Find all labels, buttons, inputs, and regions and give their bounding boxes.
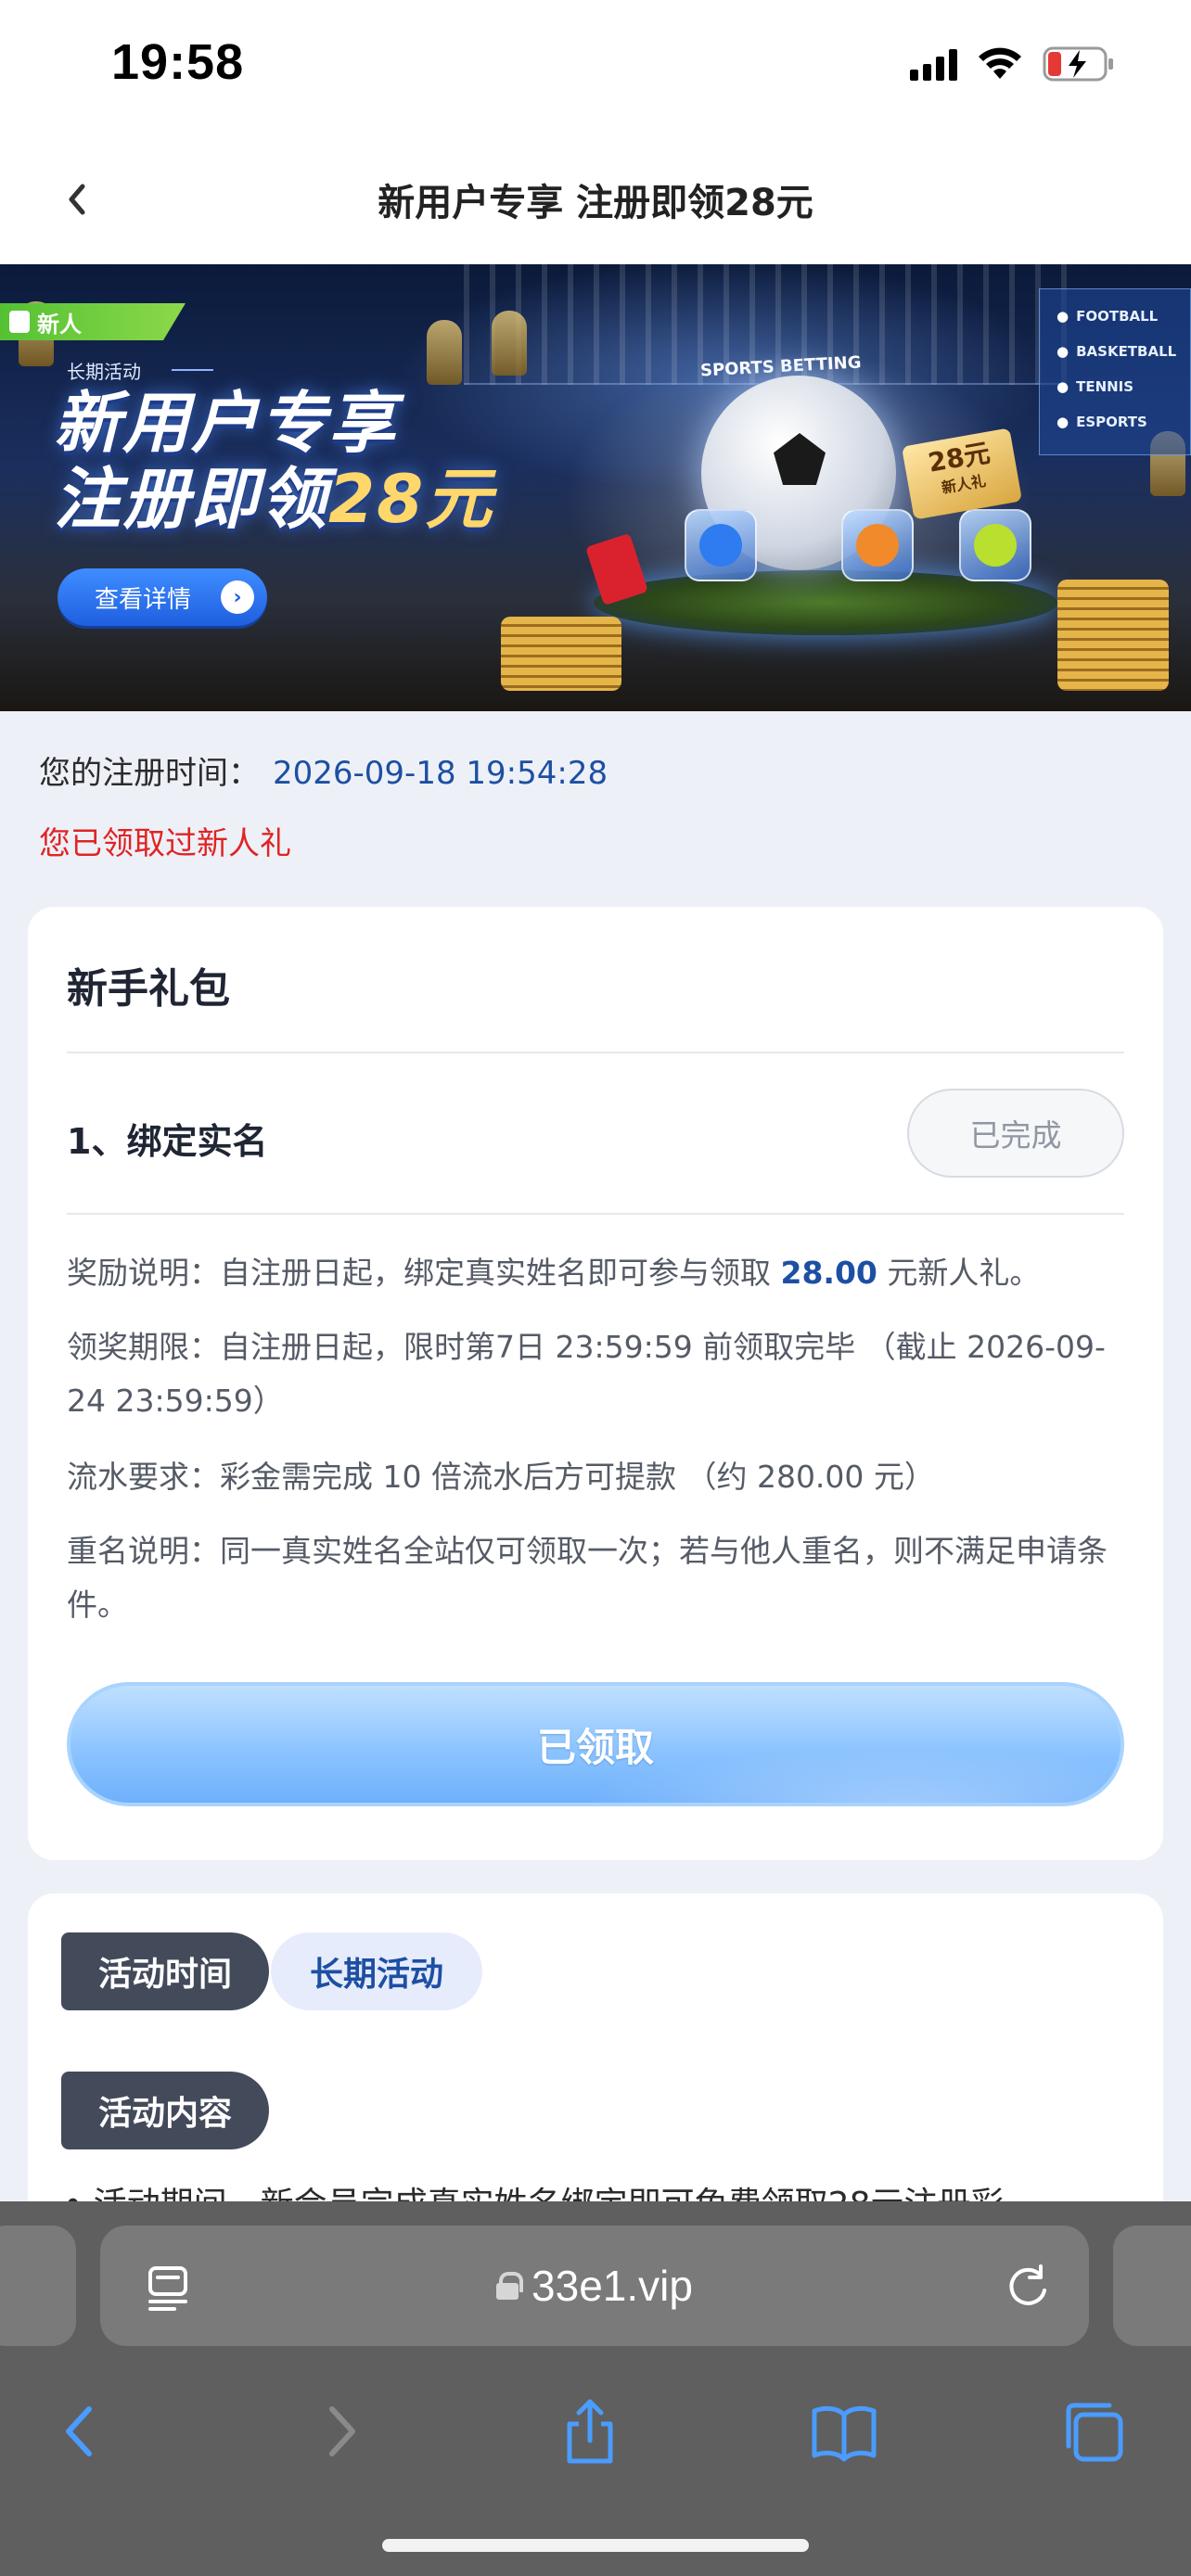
trophy-icon bbox=[427, 320, 462, 385]
rule-turnover: 流水要求：彩金需完成 10 倍流水后方可提款 （约 280.00 元） bbox=[67, 1459, 935, 1495]
reload-icon[interactable] bbox=[1004, 2263, 1052, 2311]
view-details-button[interactable]: 查看详情 › bbox=[58, 568, 267, 626]
newbie-gift-card: 新手礼包 1、绑定实名 已完成 奖励说明：自注册日起，绑定真实姓名即可参与领取 … bbox=[28, 907, 1163, 1860]
promo-banner[interactable]: 新人 长期活动 新用户专享 注册即领28元 查看详情 › SPORTS BETT… bbox=[0, 264, 1191, 711]
sports-list-panel: FOOTBALL BASKETBALL TENNIS ESPORTS bbox=[1039, 288, 1191, 455]
chevron-right-icon: › bbox=[221, 580, 254, 614]
claimed-button[interactable]: 已领取 bbox=[67, 1682, 1124, 1806]
previous-tab-peek[interactable] bbox=[0, 2225, 76, 2346]
banner-headline: 新用户专享 注册即领28元 bbox=[54, 385, 493, 537]
sport-esports: ESPORTS bbox=[1057, 404, 1190, 440]
trophy-icon bbox=[492, 311, 527, 376]
browser-toolbar: 33e1.vip bbox=[0, 2201, 1191, 2576]
rule-duplicate-name: 重名说明：同一真实姓名全站仅可领取一次；若与他人重名，则不满足申请条件。 bbox=[67, 1533, 1108, 1623]
divider bbox=[67, 1052, 1124, 1053]
browser-nav-row bbox=[0, 2378, 1191, 2507]
task-title: 1、绑定实名 bbox=[67, 1121, 268, 1162]
view-details-label: 查看详情 bbox=[95, 585, 192, 614]
next-tab-peek[interactable] bbox=[1113, 2225, 1191, 2346]
claimed-notice: 您已领取过新人礼 bbox=[39, 825, 291, 862]
new-badge-icon bbox=[9, 311, 30, 333]
activity-content-label: 活动内容 bbox=[61, 2072, 269, 2149]
url-text: 33e1.vip bbox=[531, 2262, 693, 2310]
banner-tag-label: 新人 bbox=[37, 311, 82, 338]
registration-time-row: 您的注册时间： 2026-09-18 19:54:28 bbox=[39, 747, 608, 793]
banner-subtitle-line bbox=[172, 369, 213, 371]
address-bar[interactable]: 33e1.vip bbox=[100, 2225, 1089, 2346]
task-status-badge: 已完成 bbox=[907, 1089, 1124, 1178]
cellular-signal-icon bbox=[910, 47, 957, 81]
coin-stack-icon bbox=[501, 617, 621, 691]
lock-icon bbox=[496, 2272, 524, 2300]
banner-headline-line2: 注册即领28元 bbox=[54, 461, 493, 537]
sport-tennis: TENNIS bbox=[1057, 369, 1190, 404]
url-display[interactable]: 33e1.vip bbox=[100, 2225, 1089, 2346]
banner-new-tag: 新人 bbox=[0, 303, 186, 340]
back-icon[interactable] bbox=[46, 2396, 117, 2467]
sport-basketball: BASKETBALL bbox=[1057, 334, 1190, 369]
forward-icon[interactable] bbox=[304, 2396, 375, 2467]
status-bar: 19:58 bbox=[0, 0, 1191, 134]
tennis-cube-icon bbox=[959, 509, 1031, 581]
back-button[interactable] bbox=[58, 172, 95, 227]
wifi-icon bbox=[978, 47, 1022, 81]
banner-headline-line1: 新用户专享 bbox=[54, 384, 398, 462]
gift-card-title: 新手礼包 bbox=[67, 965, 230, 1013]
basketball-cube-icon bbox=[841, 509, 914, 581]
banner-headline-prefix: 注册即领 bbox=[54, 460, 329, 538]
rule-reward: 奖励说明：自注册日起，绑定真实姓名即可参与领取 28.00 元新人礼。 bbox=[67, 1246, 1133, 1300]
banner-subtitle: 长期活动 bbox=[67, 361, 141, 383]
registration-time-label: 您的注册时间： bbox=[39, 755, 260, 792]
tabs-icon[interactable] bbox=[1059, 2396, 1130, 2467]
gift-voucher: 28元 新人礼 bbox=[901, 427, 1023, 520]
status-icons bbox=[910, 46, 1115, 82]
rule-deadline: 领奖期限：自注册日起，限时第7日 23:59:59 前领取完毕 （截止 2026… bbox=[67, 1329, 1106, 1419]
chevron-left-icon bbox=[69, 184, 85, 215]
sport-football: FOOTBALL bbox=[1057, 299, 1190, 334]
bookmarks-icon[interactable] bbox=[809, 2396, 879, 2467]
rule-reward-amount: 28.00 bbox=[780, 1255, 877, 1291]
banner-headline-amount: 28元 bbox=[328, 460, 494, 538]
activity-time-label: 活动时间 bbox=[61, 1932, 269, 2010]
battery-charging-icon bbox=[1043, 46, 1115, 82]
activity-time-value: 长期活动 bbox=[271, 1932, 482, 2010]
status-time: 19:58 bbox=[111, 34, 245, 90]
rule-reward-suffix: 元新人礼。 bbox=[877, 1255, 1041, 1291]
coin-stack-icon bbox=[1057, 580, 1169, 691]
nav-header: 新用户专享 注册即领28元 bbox=[0, 134, 1191, 264]
page-title: 新用户专享 注册即领28元 bbox=[378, 182, 813, 224]
share-icon[interactable] bbox=[555, 2396, 625, 2467]
home-indicator[interactable] bbox=[382, 2539, 809, 2552]
rule-reward-prefix: 奖励说明：自注册日起，绑定真实姓名即可参与领取 bbox=[67, 1255, 781, 1291]
football-cube-icon bbox=[685, 509, 757, 581]
registration-time-value: 2026-09-18 19:54:28 bbox=[273, 755, 608, 792]
divider bbox=[67, 1213, 1124, 1215]
